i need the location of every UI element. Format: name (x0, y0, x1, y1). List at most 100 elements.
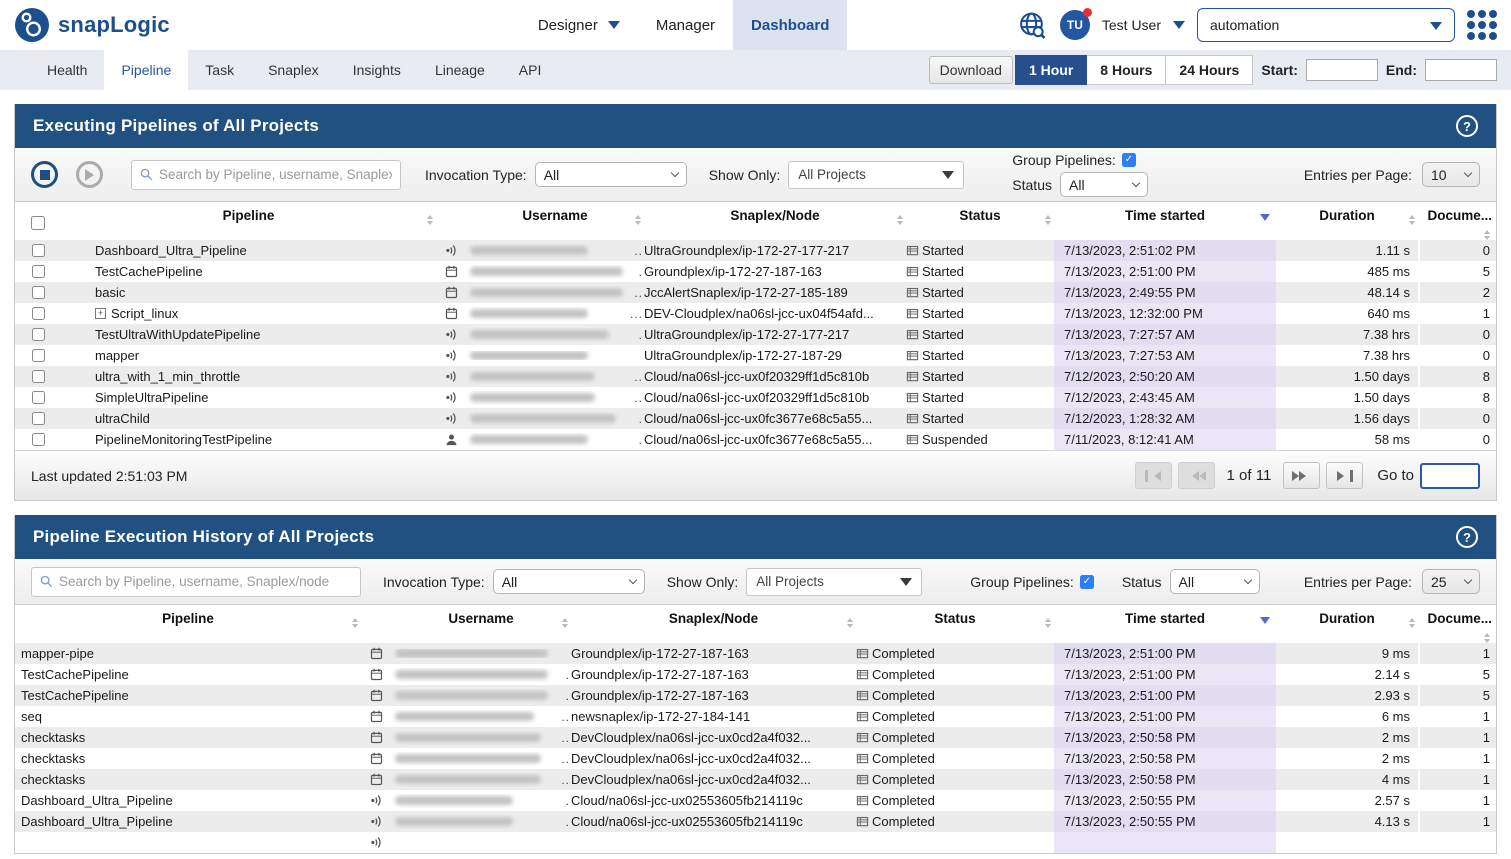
tab-insights[interactable]: Insights (336, 50, 418, 90)
table-row[interactable] (15, 832, 1496, 853)
select-all-checkbox[interactable] (31, 216, 45, 230)
row-checkbox[interactable] (32, 370, 45, 383)
table-row[interactable]: basic..JccAlertSnaplex/ip-172-27-185-189… (15, 282, 1496, 303)
row-checkbox[interactable] (32, 307, 45, 320)
row-checkbox[interactable] (32, 328, 45, 341)
col-snaplex[interactable]: Snaplex/Node (571, 605, 856, 626)
end-date-input[interactable] (1425, 59, 1497, 81)
chevron-down-icon[interactable] (1173, 21, 1185, 35)
tab-health[interactable]: Health (30, 50, 104, 90)
nav-manager[interactable]: Manager (638, 0, 733, 50)
next-page-button[interactable] (1283, 462, 1320, 489)
apps-grid-icon[interactable] (1467, 10, 1497, 40)
show-only-dropdown[interactable]: All Projects (746, 568, 922, 596)
group-pipelines-checkbox[interactable] (1080, 575, 1094, 589)
col-pipeline[interactable]: Pipeline (61, 202, 436, 223)
entries-per-page-select[interactable]: 25 (1422, 569, 1480, 594)
col-documents[interactable]: Docume... (1418, 605, 1496, 646)
table-row[interactable]: TestCachePipeline.Groundplex/ip-172-27-1… (15, 261, 1496, 282)
sort-icon[interactable] (1409, 615, 1415, 631)
row-checkbox[interactable] (32, 412, 45, 425)
tab-api[interactable]: API (502, 50, 559, 90)
sort-desc-icon[interactable] (1260, 617, 1270, 629)
sort-icon[interactable] (1484, 630, 1490, 646)
sort-desc-icon[interactable] (1260, 214, 1270, 226)
invocation-type-select[interactable]: All (493, 569, 645, 594)
expand-icon[interactable]: + (95, 308, 106, 319)
table-row[interactable]: TestCachePipeline.Groundplex/ip-172-27-1… (15, 685, 1496, 706)
search-input[interactable] (159, 167, 392, 182)
download-button[interactable]: Download (929, 56, 1013, 84)
col-pipeline[interactable]: Pipeline (15, 605, 361, 626)
col-username[interactable]: Username (391, 605, 571, 626)
user-avatar[interactable]: TU (1060, 10, 1090, 40)
table-row[interactable]: TestUltraWithUpdatePipeline.UltraGroundp… (15, 324, 1496, 345)
sort-icon[interactable] (635, 212, 641, 228)
col-duration[interactable]: Duration (1276, 202, 1418, 223)
sort-icon[interactable] (1045, 615, 1051, 631)
sort-icon[interactable] (427, 212, 433, 228)
range-24-hours[interactable]: 24 Hours (1166, 55, 1253, 85)
sort-icon[interactable] (562, 615, 568, 631)
nav-dashboard[interactable]: Dashboard (733, 0, 847, 50)
prev-page-button[interactable] (1178, 462, 1215, 489)
row-checkbox[interactable] (32, 244, 45, 257)
group-pipelines-checkbox[interactable] (1122, 153, 1136, 167)
status-select[interactable]: All (1170, 569, 1260, 594)
start-date-input[interactable] (1306, 59, 1378, 81)
col-username[interactable]: Username (466, 202, 644, 223)
col-documents[interactable]: Docume... (1418, 202, 1496, 243)
table-row[interactable]: Dashboard_Ultra_Pipeline..UltraGroundple… (15, 240, 1496, 261)
status-select[interactable]: All (1060, 172, 1148, 197)
sort-icon[interactable] (847, 615, 853, 631)
last-page-button[interactable] (1326, 462, 1363, 489)
stop-pipelines-button[interactable] (31, 161, 58, 188)
entries-per-page-select[interactable]: 10 (1422, 162, 1480, 187)
invocation-type-select[interactable]: All (535, 162, 687, 187)
tab-lineage[interactable]: Lineage (418, 50, 502, 90)
table-row[interactable]: ultraChild.Cloud/na06sl-jcc-ux0fc3677e68… (15, 408, 1496, 429)
table-row[interactable]: +Script_linux...DEV-Cloudplex/na06sl-jcc… (15, 303, 1496, 324)
row-checkbox[interactable] (32, 433, 45, 446)
col-duration[interactable]: Duration (1276, 605, 1418, 626)
row-checkbox[interactable] (32, 286, 45, 299)
row-checkbox[interactable] (32, 391, 45, 404)
table-row[interactable]: checktasks..DevCloudplex/na06sl-jcc-ux0c… (15, 748, 1496, 769)
tab-snaplex[interactable]: Snaplex (251, 50, 336, 90)
table-row[interactable]: Dashboard_Ultra_Pipeline.Cloud/na06sl-jc… (15, 790, 1496, 811)
sort-icon[interactable] (897, 212, 903, 228)
col-time-started[interactable]: Time started (1054, 605, 1276, 626)
tab-task[interactable]: Task (188, 50, 251, 90)
table-row[interactable]: SimpleUltraPipeline..Cloud/na06sl-jcc-ux… (15, 387, 1496, 408)
help-icon[interactable]: ? (1456, 526, 1478, 548)
row-checkbox[interactable] (32, 265, 45, 278)
table-row[interactable]: TestCachePipeline.Groundplex/ip-172-27-1… (15, 664, 1496, 685)
table-row[interactable]: checktasks..DevCloudplex/na06sl-jcc-ux0c… (15, 727, 1496, 748)
table-row[interactable]: mapperUltraGroundplex/ip-172-27-187-29St… (15, 345, 1496, 366)
search-input[interactable] (59, 574, 352, 589)
nav-designer[interactable]: Designer (520, 0, 638, 50)
range-8-hours[interactable]: 8 Hours (1087, 55, 1166, 85)
first-page-button[interactable] (1135, 462, 1172, 489)
goto-page-input[interactable] (1420, 463, 1480, 489)
table-row[interactable]: Dashboard_Ultra_Pipeline.Cloud/na06sl-jc… (15, 811, 1496, 832)
table-row[interactable]: ultra_with_1_min_throttle..Cloud/na06sl-… (15, 366, 1496, 387)
sort-icon[interactable] (1045, 212, 1051, 228)
table-row[interactable]: PipelineMonitoringTestPipeline.Cloud/na0… (15, 429, 1496, 450)
row-checkbox[interactable] (32, 349, 45, 362)
range-1-hour[interactable]: 1 Hour (1015, 55, 1087, 85)
tab-pipeline[interactable]: Pipeline (104, 50, 188, 90)
table-row[interactable]: checktasks..DevCloudplex/na06sl-jcc-ux0c… (15, 769, 1496, 790)
col-time-started[interactable]: Time started (1054, 202, 1276, 223)
show-only-dropdown[interactable]: All Projects (788, 161, 964, 189)
table-row[interactable]: seq..newsnaplex/ip-172-27-184-141Complet… (15, 706, 1496, 727)
col-snaplex[interactable]: Snaplex/Node (644, 202, 906, 223)
globe-search-icon[interactable] (1017, 10, 1048, 41)
col-status[interactable]: Status (856, 605, 1054, 626)
org-selector[interactable]: automation (1197, 8, 1455, 42)
sort-icon[interactable] (352, 615, 358, 631)
sort-icon[interactable] (1484, 227, 1490, 243)
col-status[interactable]: Status (906, 202, 1054, 223)
help-icon[interactable]: ? (1456, 115, 1478, 137)
resume-pipelines-button[interactable] (76, 161, 103, 188)
